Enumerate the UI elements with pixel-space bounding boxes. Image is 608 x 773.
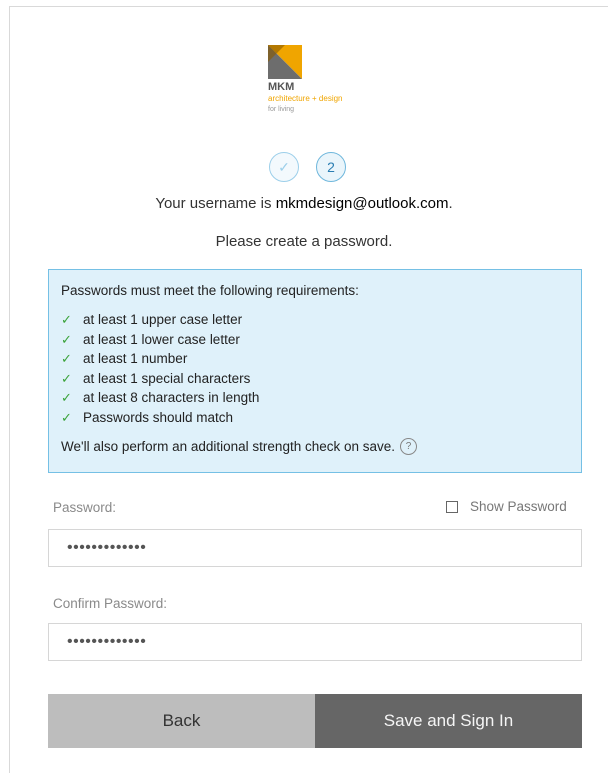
password-field[interactable]: ••••••••••••• — [48, 529, 582, 567]
requirement-item: ✓ at least 1 special characters — [61, 369, 569, 389]
requirement-text: at least 8 characters in length — [83, 390, 260, 405]
show-password-toggle[interactable]: Show Password — [446, 499, 567, 514]
confirm-password-field[interactable]: ••••••••••••• — [48, 623, 582, 661]
check-icon: ✓ — [61, 390, 72, 405]
requirement-text: at least 1 upper case letter — [83, 312, 243, 327]
step-1-complete: ✓ — [269, 152, 299, 182]
company-logo: MKM architecture + design for living — [268, 45, 388, 135]
requirement-item: ✓ at least 1 lower case letter — [61, 330, 569, 350]
logo-brand: MKM — [268, 81, 295, 93]
requirement-text: Passwords should match — [83, 409, 234, 425]
check-icon: ✓ — [61, 351, 72, 366]
password-requirements-box: Passwords must meet the following requir… — [48, 269, 582, 473]
username-value: mkmdesign@outlook.com — [275, 195, 449, 212]
requirement-item: ✓ Passwords should match — [61, 408, 569, 428]
requirements-list: ✓ at least 1 upper case letter ✓ at least … — [61, 310, 569, 427]
check-icon: ✓ — [61, 331, 72, 347]
requirement-item: ✓ at least 8 characters in length — [61, 388, 569, 408]
back-button[interactable]: Back — [48, 694, 315, 748]
logo-subtagline: for living — [268, 106, 295, 113]
username-message: Your username is mkmdesign@outlook.com. — [0, 195, 608, 212]
help-icon[interactable]: ? — [400, 438, 418, 455]
strength-note-text: We'll also perform an additional strengt… — [61, 439, 396, 454]
requirement-text: at least 1 lower case letter — [83, 331, 240, 347]
progress-steps: ✓ 2 — [269, 152, 369, 184]
create-password-prompt: Please create a password. — [215, 233, 393, 250]
requirement-item: ✓ at least 1 upper case letter — [61, 310, 569, 330]
requirement-item: ✓ at least 1 number — [61, 349, 569, 369]
password-label: Password: — [53, 500, 117, 515]
strength-check-note: We'll also perform an additional strengt… — [61, 438, 569, 455]
save-and-sign-in-button[interactable]: Save and Sign In — [315, 694, 582, 748]
show-password-checkbox[interactable] — [446, 500, 458, 513]
requirements-heading: Passwords must meet the following requir… — [61, 283, 359, 298]
check-icon: ✓ — [61, 312, 72, 327]
check-icon: ✓ — [278, 158, 290, 175]
logo-tagline: architecture + design — [268, 94, 343, 103]
show-password-label: Show Password — [470, 499, 567, 514]
step-number: 2 — [327, 159, 335, 175]
username-suffix: . — [448, 195, 453, 212]
check-icon: ✓ — [61, 370, 72, 386]
check-icon: ✓ — [61, 409, 72, 425]
requirement-text: at least 1 special characters — [83, 370, 251, 386]
step-2-current: 2 — [316, 152, 346, 182]
username-prefix: Your username is — [155, 195, 276, 212]
requirement-text: at least 1 number — [83, 351, 188, 366]
confirm-password-label: Confirm Password: — [53, 596, 168, 611]
logo-mark-icon — [268, 45, 302, 79]
